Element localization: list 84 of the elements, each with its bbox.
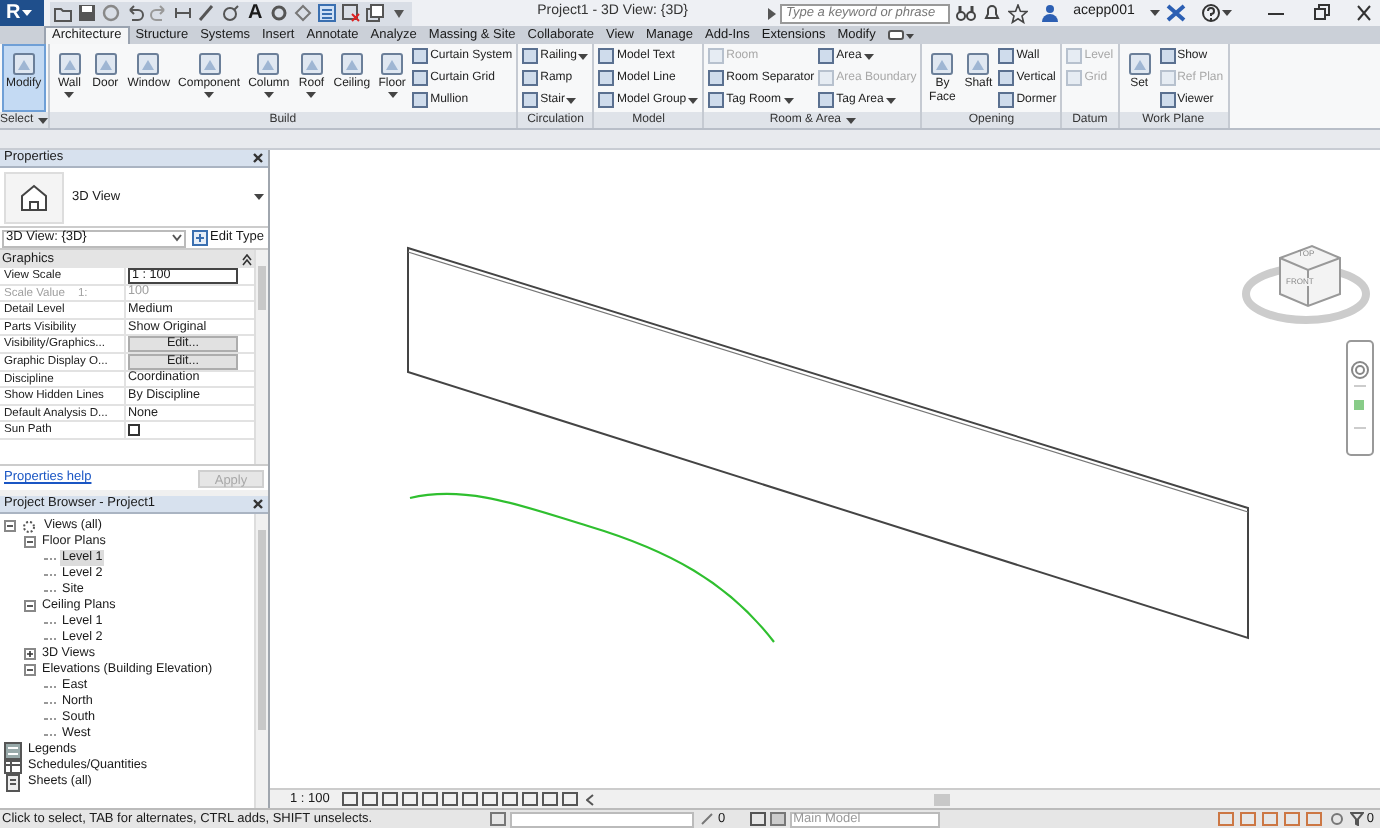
square-icon: [598, 92, 615, 108]
square-icon: [998, 70, 1015, 86]
app-menu-button[interactable]: R: [0, 0, 44, 26]
collapse-icon[interactable]: [24, 664, 36, 676]
square-icon: [412, 48, 429, 64]
caret-icon: [566, 97, 577, 103]
caret-icon: [1150, 10, 1160, 16]
square-icon: [522, 70, 539, 86]
expand-icon[interactable]: [24, 648, 36, 660]
panel-toggle-icon[interactable]: [887, 28, 914, 42]
caret-icon: [64, 92, 75, 98]
star-icon[interactable]: [1008, 3, 1028, 23]
collapse-icon[interactable]: [242, 253, 252, 265]
caret-icon: [885, 97, 896, 103]
caret-icon: [254, 194, 264, 200]
checkbox[interactable]: [128, 424, 140, 437]
caret-icon: [306, 92, 317, 98]
square-icon: [412, 70, 429, 86]
customize-icon[interactable]: [390, 4, 409, 22]
square-icon: [598, 70, 615, 86]
caret-icon: [688, 97, 699, 103]
views-icon: [20, 517, 38, 535]
square-icon: [522, 92, 539, 108]
bell-icon[interactable]: [982, 3, 1002, 23]
square-icon: [522, 48, 539, 64]
sheet-icon: [4, 773, 22, 791]
square-icon: [1159, 48, 1176, 64]
caret-icon: [783, 97, 793, 103]
caret-icon: [204, 92, 215, 98]
collapse-icon[interactable]: [4, 520, 16, 532]
pencil-icon[interactable]: [700, 812, 714, 826]
scroll-thumb[interactable]: [933, 793, 950, 805]
chevron-right-icon[interactable]: [768, 7, 776, 19]
workset-field[interactable]: [510, 811, 694, 827]
caret-icon: [263, 92, 274, 98]
caret-icon: [578, 53, 589, 59]
caret-icon: [1222, 10, 1232, 16]
help-button[interactable]: [1202, 4, 1232, 22]
open-folder-icon[interactable]: [54, 4, 72, 22]
house-icon: [4, 171, 64, 223]
square-icon: [412, 92, 429, 108]
help-icon: [1202, 4, 1220, 22]
restore-icon[interactable]: [1312, 4, 1332, 22]
diamond-icon[interactable]: [294, 4, 313, 22]
square-icon: [708, 48, 725, 64]
pencil-icon[interactable]: [198, 4, 216, 22]
scrollbar[interactable]: [254, 250, 268, 464]
caret-icon: [22, 10, 33, 16]
square-icon: [598, 48, 615, 64]
chevron-down-icon: [172, 234, 183, 242]
undo-icon[interactable]: [126, 4, 144, 22]
dimension-icon[interactable]: [174, 4, 192, 22]
close-icon[interactable]: [1354, 4, 1374, 22]
square-icon: [998, 48, 1015, 64]
caret-icon: [387, 92, 398, 98]
save-icon[interactable]: [78, 4, 96, 22]
square-icon: [818, 48, 835, 64]
person-icon: [1042, 4, 1058, 22]
square-icon: [708, 70, 725, 86]
square-icon: [998, 92, 1015, 108]
square-icon: [818, 70, 835, 86]
close-icon[interactable]: [252, 498, 264, 510]
text-tool-button[interactable]: A: [246, 3, 265, 23]
square-icon: [708, 92, 725, 108]
square-icon: [818, 92, 835, 108]
caret-icon: [863, 53, 874, 59]
square-icon: [1066, 70, 1083, 86]
square-icon: [1159, 70, 1176, 86]
caret-icon: [37, 117, 48, 123]
collapse-icon[interactable]: [24, 536, 36, 548]
switch-windows-icon[interactable]: [366, 4, 385, 22]
square-icon: [1159, 92, 1176, 108]
navigation-bar-drawing[interactable]: [1346, 340, 1374, 456]
edit-type-icon: [192, 230, 209, 246]
collapse-icon[interactable]: [24, 600, 36, 612]
filter-icon[interactable]: [1350, 812, 1365, 826]
scrollbar[interactable]: [254, 514, 268, 808]
binoculars-icon[interactable]: [956, 3, 976, 23]
close-icon[interactable]: [252, 152, 264, 164]
close-windows-icon[interactable]: [342, 4, 361, 22]
thin-lines-icon[interactable]: [318, 4, 337, 22]
caret-icon: [845, 117, 856, 123]
square-icon: [1066, 48, 1083, 64]
chevron-left-icon: [585, 793, 594, 805]
